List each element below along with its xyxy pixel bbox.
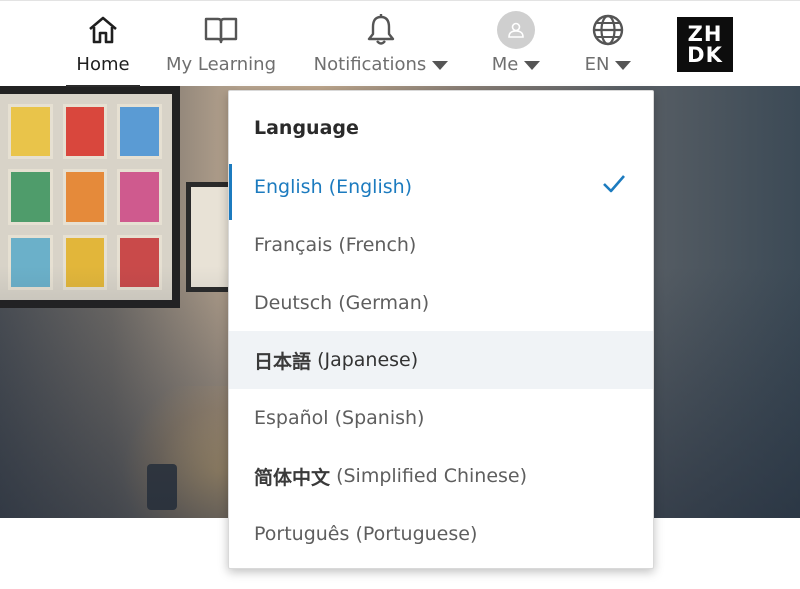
nav-home-label: Home [76, 54, 130, 75]
avatar [497, 11, 535, 49]
nav-home[interactable]: Home [66, 1, 140, 87]
language-option-portuguese[interactable]: Português (Portuguese) [229, 505, 653, 563]
language-option-french[interactable]: Français (French) [229, 216, 653, 274]
language-option-simplified-chinese[interactable]: 简体中文 (Simplified Chinese) [229, 447, 653, 505]
book-icon [203, 12, 239, 48]
dropdown-title: Language [254, 117, 359, 139]
nav-me[interactable]: Me [488, 1, 544, 87]
language-dropdown: Language English (English) Français (Fre… [228, 90, 654, 569]
language-option-german[interactable]: Deutsch (German) [229, 274, 653, 332]
language-option-spanish[interactable]: Español (Spanish) [229, 389, 653, 447]
zhdk-logo[interactable]: ZH DK [677, 17, 733, 72]
nav-my-learning[interactable]: My Learning [165, 1, 277, 87]
nav-notifications-label: Notifications [313, 54, 427, 75]
chevron-down-icon [615, 60, 632, 70]
nav-notifications[interactable]: Notifications [313, 1, 449, 87]
person-icon [508, 22, 524, 38]
chevron-down-icon [524, 60, 541, 70]
nav-language-label: EN [584, 54, 610, 75]
globe-icon [591, 12, 625, 48]
nav-language[interactable]: EN [582, 1, 634, 87]
language-option-japanese[interactable]: 日本語 (Japanese) [229, 331, 653, 389]
nav-my-learning-label: My Learning [165, 54, 277, 75]
chevron-down-icon [432, 60, 449, 70]
language-option-english[interactable]: English (English) [229, 158, 653, 220]
home-icon [86, 12, 120, 48]
checkmark-icon [601, 172, 627, 201]
top-nav: Home My Learning Notifications Me EN ZH … [0, 0, 800, 87]
nav-me-label: Me [491, 54, 519, 75]
bell-icon [364, 12, 398, 48]
